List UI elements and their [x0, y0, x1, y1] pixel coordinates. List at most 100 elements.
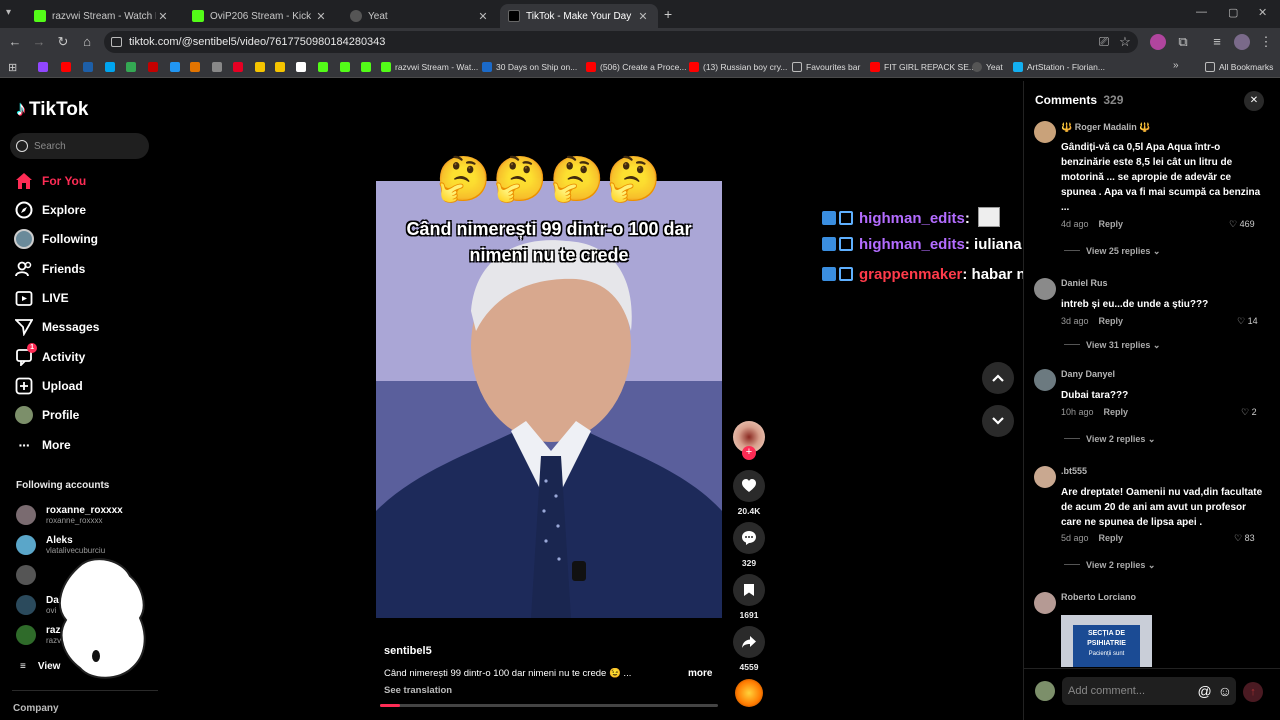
comment-username[interactable]: Dany Danyel [1061, 369, 1115, 379]
bookmark-icon[interactable] [275, 62, 285, 72]
window-close-button[interactable]: ✕ [1258, 6, 1267, 19]
bookmark-icon[interactable] [61, 62, 71, 72]
nav-for-you[interactable]: For You [14, 170, 86, 192]
bookmark-icon[interactable] [83, 62, 93, 72]
comment-button[interactable]: 329 [733, 522, 765, 568]
nav-friends[interactable]: Friends [14, 258, 85, 280]
profile-avatar[interactable] [1234, 34, 1250, 50]
nav-messages[interactable]: Messages [14, 316, 99, 338]
view-replies-button[interactable]: View 25 replies ⌄ [1064, 246, 1160, 257]
back-icon[interactable]: ← [7, 34, 23, 50]
search-input[interactable]: Search [10, 133, 149, 159]
bookmark-icon[interactable] [126, 62, 136, 72]
mention-icon[interactable]: @ [1197, 683, 1211, 699]
save-button[interactable]: 1691 [733, 574, 765, 620]
comment-username[interactable]: 🔱 Roger Madalin 🔱 [1061, 122, 1150, 133]
more-button[interactable]: more [688, 668, 712, 679]
close-icon[interactable]: ✕ [476, 10, 490, 23]
chevron-right-icon[interactable]: » [1173, 60, 1179, 71]
video-author[interactable]: sentibel5 [384, 645, 432, 657]
share-button[interactable]: 4559 [733, 626, 765, 672]
nav-activity[interactable]: 1 Activity [14, 343, 85, 368]
comment-username[interactable]: Daniel Rus [1061, 278, 1108, 288]
progress-bar[interactable] [380, 704, 718, 707]
nav-profile[interactable]: Profile [14, 404, 79, 426]
bookmark-icon[interactable] [38, 62, 48, 72]
user-avatar[interactable] [1035, 681, 1055, 701]
comment-like[interactable]: ♡ 83 [1234, 533, 1280, 544]
avatar[interactable] [1034, 592, 1056, 614]
avatar[interactable] [1034, 369, 1056, 391]
bookmark-icon[interactable] [105, 62, 115, 72]
nav-following[interactable]: Following [14, 228, 98, 250]
bookmark-item[interactable]: ArtStation - Florian... [1013, 60, 1105, 74]
comment-username[interactable]: Roberto Lorciano [1061, 592, 1136, 602]
previous-video-button[interactable] [982, 362, 1014, 394]
music-disc[interactable] [735, 679, 763, 707]
close-icon[interactable]: ✕ [314, 10, 328, 23]
avatar[interactable] [1034, 278, 1056, 300]
tiktok-logo[interactable]: ♪ TikTok [16, 98, 88, 121]
post-comment-button[interactable]: ↑ [1243, 682, 1263, 702]
site-info-icon[interactable] [111, 37, 122, 47]
close-icon[interactable]: ✕ [636, 10, 650, 23]
maximize-button[interactable]: ▢ [1228, 6, 1238, 19]
bookmark-icon[interactable] [212, 62, 222, 72]
follow-plus-icon[interactable]: + [742, 446, 756, 460]
bookmark-item[interactable]: razvwi Stream - Wat... [381, 60, 478, 74]
comment-username[interactable]: .bt555 [1061, 466, 1087, 476]
reading-list-icon[interactable]: ≡ [1209, 34, 1225, 50]
following-account[interactable]: Aleks vlatalivecuburciu [16, 532, 105, 558]
extensions-puzzle-icon[interactable]: ⧉ [1175, 34, 1191, 50]
bookmark-item[interactable]: Yeat [972, 60, 1003, 74]
bookmark-item[interactable]: (506) Create a Proce... [586, 60, 686, 74]
nav-more[interactable]: ··· More [14, 434, 71, 456]
view-replies-button[interactable]: View 2 replies ⌄ [1064, 434, 1155, 445]
reply-button[interactable]: Reply [1099, 316, 1124, 326]
bookmark-icon[interactable] [340, 62, 350, 72]
company-link[interactable]: Company [13, 703, 59, 714]
close-comments-button[interactable]: ✕ [1244, 91, 1264, 111]
apps-icon[interactable]: ⊞ [8, 61, 17, 74]
close-icon[interactable]: ✕ [156, 10, 170, 23]
install-app-icon[interactable]: ⎚ [1096, 34, 1112, 50]
forward-icon[interactable]: → [31, 34, 47, 50]
minimize-button[interactable]: — [1196, 6, 1207, 18]
bookmark-item[interactable]: 30 Days on Ship on... [482, 60, 577, 74]
bookmark-item[interactable]: (13) Russian boy cry... [689, 60, 787, 74]
view-replies-button[interactable]: View 2 replies ⌄ [1064, 560, 1155, 571]
comment-like[interactable]: ♡ 14 [1237, 316, 1280, 327]
nav-explore[interactable]: Explore [14, 199, 86, 221]
bookmark-folder[interactable]: Favourites bar [792, 60, 860, 74]
add-comment-input[interactable]: Add comment... @ ☺ [1062, 677, 1236, 705]
bookmark-icon[interactable] [170, 62, 180, 72]
extension-icon[interactable] [1150, 34, 1166, 50]
avatar[interactable] [1034, 466, 1056, 488]
home-icon[interactable]: ⌂ [79, 34, 95, 50]
tab-search-icon[interactable]: ▾ [6, 7, 20, 21]
tab-2[interactable]: OviP206 Stream - Kick Dashboa ✕ [184, 4, 336, 28]
nav-upload[interactable]: Upload [14, 375, 83, 397]
following-account[interactable]: roxanne_roxxxx roxanne_roxxxx [16, 502, 123, 528]
bookmark-icon[interactable] [296, 62, 306, 72]
bookmark-icon[interactable] [190, 62, 200, 72]
like-button[interactable]: 20.4K [733, 470, 765, 516]
bookmark-icon[interactable] [148, 62, 158, 72]
comment-like[interactable]: ♡ 2 [1241, 407, 1280, 418]
avatar[interactable] [1034, 121, 1056, 143]
reply-button[interactable]: Reply [1104, 407, 1129, 417]
bookmark-icon[interactable] [318, 62, 328, 72]
tab-1[interactable]: razvwi Stream - Watch Live on K ✕ [26, 4, 178, 28]
bookmark-icon[interactable] [361, 62, 371, 72]
bookmark-star-icon[interactable]: ☆ [1117, 34, 1133, 50]
following-account[interactable] [16, 562, 46, 588]
comment-image[interactable]: SECȚIA DE PSIHIATRIE Pacienții sunt [1061, 615, 1152, 667]
view-replies-button[interactable]: View 31 replies ⌄ [1064, 340, 1160, 351]
bookmark-icon[interactable] [255, 62, 265, 72]
tab-4-active[interactable]: TikTok - Make Your Day ✕ [500, 4, 658, 28]
nav-live[interactable]: LIVE [14, 287, 69, 309]
creator-avatar[interactable]: + [733, 421, 765, 460]
menu-icon[interactable]: ⋮ [1258, 34, 1274, 50]
comment-like[interactable]: ♡ 469 [1229, 219, 1280, 230]
bookmark-item[interactable]: FIT GIRL REPACK SE... [870, 60, 976, 74]
